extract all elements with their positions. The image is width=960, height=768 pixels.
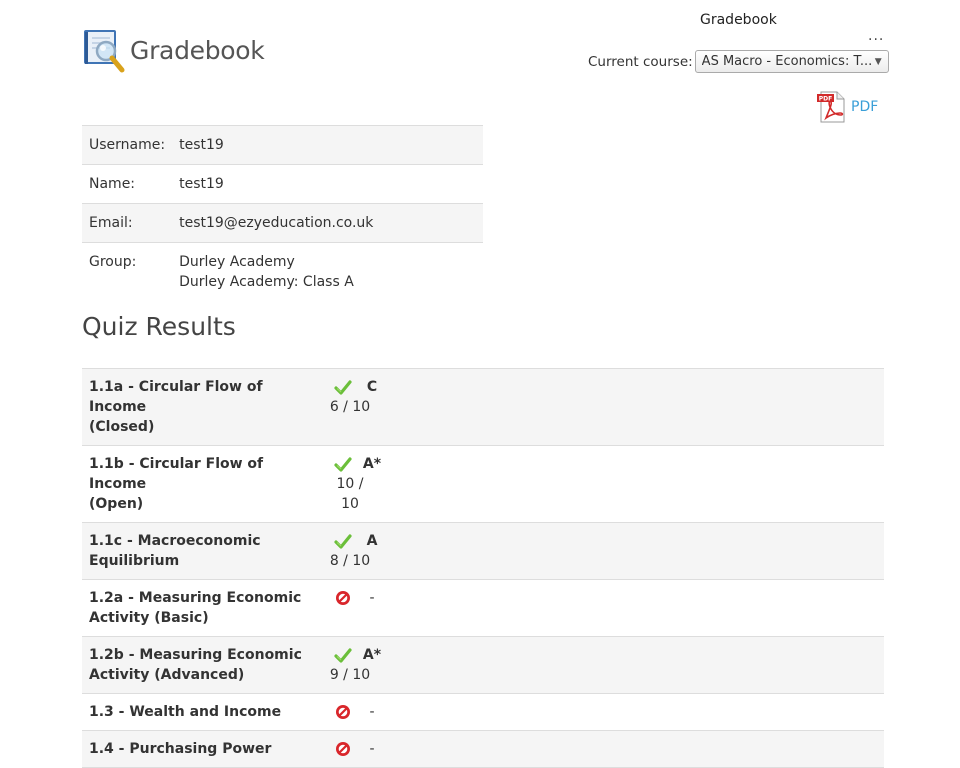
menu-title[interactable]: Gradebook [700,12,777,28]
quiz-title: 1.1c - Macroeconomic Equilibrium [82,522,326,580]
quiz-result: - [326,579,884,637]
not-attempted-icon [334,703,352,721]
quiz-title: 1.3 - Wealth and Income [82,693,326,731]
group-values: Durley Academy Durley Academy: Class A [172,242,483,301]
quiz-results-heading: Quiz Results [82,312,236,341]
quiz-score: 10 / 10 [336,476,364,512]
quiz-title-line: 1.1b - Circular Flow of Income [89,456,264,492]
not-attempted-icon [334,589,352,607]
group-value: Durley Academy: Class A [179,274,354,290]
username-value: test19 [172,125,483,165]
not-attempted-icon [334,740,352,758]
quiz-grade: - [369,590,375,606]
quiz-row: 1.1a - Circular Flow of Income (Closed) C 6… [82,368,884,446]
quiz-title-line: 1.1a - Circular Flow of Income [89,379,263,415]
quiz-row: 1.1c - Macroeconomic Equilibrium A 8 / 10 [82,522,884,580]
quiz-row: 1.3 - Wealth and Income - [82,693,884,731]
quiz-row: 1.2a - Measuring Economic Activity (Basic… [82,579,884,637]
check-icon [334,455,352,473]
quiz-results-table: 1.1a - Circular Flow of Income (Closed) C 6… [82,368,884,768]
quiz-grade: - [369,704,375,720]
gradebook-logo-icon [84,30,125,73]
email-row: Email: test19@ezyeducation.co.uk [82,203,483,243]
pdf-file-icon: PDF [817,91,845,123]
quiz-title-line: 1.4 - Purchasing Power [89,741,272,757]
quiz-title-line: Equilibrium [89,553,180,569]
check-icon [334,532,352,550]
chevron-down-icon: ▼ [874,56,882,67]
quiz-title-line: 1.2a - Measuring Economic [89,590,302,606]
quiz-result: A 8 / 10 [326,522,884,580]
quiz-result: A* 10 / 10 [326,445,884,523]
check-icon [334,646,352,664]
course-dropdown[interactable]: AS Macro - Economics: T... ▼ [694,50,889,73]
quiz-score: 9 / 10 [329,667,371,683]
group-label: Group: [82,242,173,301]
quiz-result: - [326,730,884,768]
quiz-grade: A [366,533,378,549]
quiz-title-line: Activity (Basic) [89,610,209,626]
quiz-result: - [326,693,884,731]
group-row: Group: Durley Academy Durley Academy: Cl… [82,242,483,301]
pdf-label: PDF [851,99,879,115]
username-label: Username: [82,125,173,165]
quiz-title-line: (Open) [89,496,144,512]
username-row: Username: test19 [82,125,483,165]
quiz-grade: - [369,741,375,757]
quiz-title-line: 1.2b - Measuring Economic [89,647,302,663]
email-value: test19@ezyeducation.co.uk [172,203,483,243]
name-label: Name: [82,164,173,204]
quiz-score: 8 / 10 [329,553,371,569]
quiz-title-line: Activity (Advanced) [89,667,245,683]
user-info-table: Username: test19 Name: test19 Email: tes… [82,125,483,301]
quiz-title-line: (Closed) [89,419,155,435]
name-value: test19 [172,164,483,204]
quiz-result: C 6 / 10 [326,368,884,446]
quiz-result: A* 9 / 10 [326,636,884,694]
quiz-title: 1.4 - Purchasing Power [82,730,326,768]
quiz-title-line: 1.3 - Wealth and Income [89,704,282,720]
quiz-score: 6 / 10 [329,399,371,415]
course-dropdown-value: AS Macro - Economics: T... [701,54,871,69]
quiz-title: 1.1b - Circular Flow of Income (Open) [82,445,326,523]
quiz-row: 1.2b - Measuring Economic Activity (Advan… [82,636,884,694]
name-row: Name: test19 [82,164,483,204]
group-value: Durley Academy [179,254,295,270]
app-name: Gradebook [130,35,265,65]
course-selector: Current course: AS Macro - Economics: T.… [588,50,889,73]
quiz-row: 1.1b - Circular Flow of Income (Open) A* 10… [82,445,884,523]
app-logo: Gradebook [82,26,265,74]
quiz-title-line: 1.1c - Macroeconomic [89,533,261,549]
quiz-title: 1.2b - Measuring Economic Activity (Advan… [82,636,326,694]
quiz-title: 1.1a - Circular Flow of Income (Closed) [82,368,326,446]
check-icon [334,378,352,396]
pdf-export-link[interactable]: PDF PDF [816,90,878,124]
quiz-row: 1.4 - Purchasing Power - [82,730,884,768]
more-menu-icon[interactable]: ... [868,28,884,44]
quiz-grade: C [366,379,378,395]
quiz-grade: A* [362,456,382,472]
course-label: Current course: [588,53,693,70]
email-label: Email: [82,203,173,243]
quiz-title: 1.2a - Measuring Economic Activity (Basic… [82,579,326,637]
quiz-grade: A* [362,647,382,663]
